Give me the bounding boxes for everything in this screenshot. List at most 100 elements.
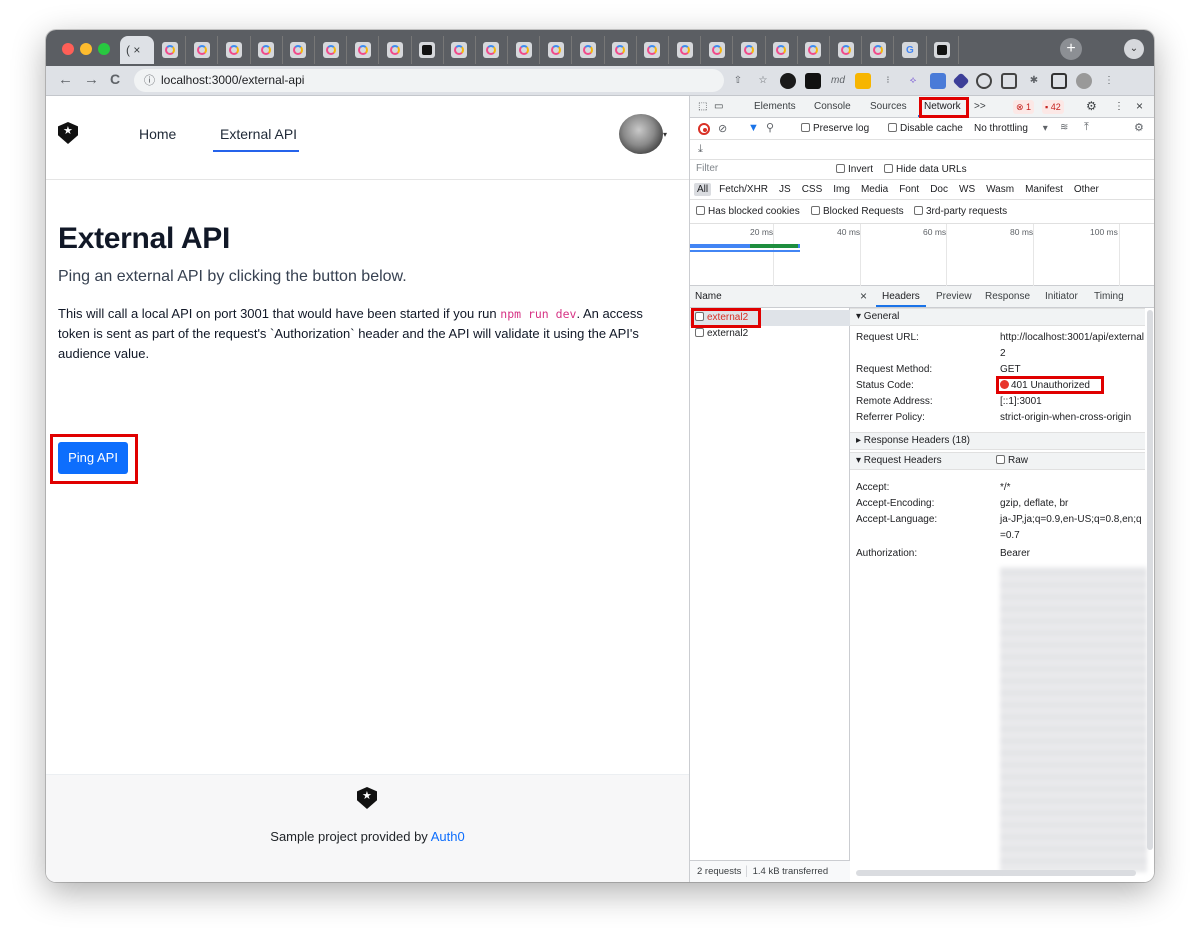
tab[interactable] <box>605 36 637 64</box>
extension-icon[interactable] <box>930 73 946 89</box>
nav-external-api-link[interactable]: External API <box>220 126 297 142</box>
tab[interactable] <box>540 36 573 64</box>
nav-home-link[interactable]: Home <box>139 126 176 142</box>
import-har-icon[interactable]: ⤒ <box>1084 121 1089 134</box>
extension-icon[interactable] <box>976 73 992 89</box>
type-filter-js[interactable]: JS <box>776 183 794 196</box>
network-settings-icon[interactable]: ⚙ <box>1134 121 1144 134</box>
filter-input[interactable]: Filter <box>696 162 826 176</box>
hide-data-urls-checkbox[interactable]: Hide data URLs <box>884 164 967 175</box>
tab[interactable] <box>315 36 348 64</box>
type-filter-wasm[interactable]: Wasm <box>983 183 1017 196</box>
extension-icon[interactable]: ⁝ <box>880 73 896 89</box>
column-header-name[interactable]: Name <box>690 286 850 308</box>
tab[interactable] <box>379 36 412 64</box>
extension-icon[interactable] <box>952 72 970 90</box>
filter-funnel-icon[interactable]: ▼ <box>748 122 759 134</box>
more-menu-icon[interactable]: ⋮ <box>1101 73 1117 89</box>
error-count-badge[interactable]: ⊗ 1 <box>1013 100 1035 114</box>
puzzle-icon[interactable]: ✱ <box>1026 73 1042 89</box>
tab-headers[interactable]: Headers <box>882 291 920 302</box>
tab-preview[interactable]: Preview <box>936 291 972 302</box>
extension-icon[interactable]: ⟡ <box>905 73 921 89</box>
has-blocked-cookies-checkbox[interactable]: Has blocked cookies <box>696 206 800 217</box>
settings-gear-icon[interactable]: ⚙ <box>1086 99 1097 113</box>
type-filter-css[interactable]: CSS <box>799 183 826 196</box>
type-filter-img[interactable]: Img <box>830 183 853 196</box>
tab[interactable] <box>283 36 315 64</box>
invert-checkbox[interactable]: Invert <box>836 164 873 175</box>
extension-icon[interactable] <box>1001 73 1017 89</box>
tab[interactable]: G <box>894 36 927 64</box>
new-tab-button[interactable]: + <box>1060 38 1082 60</box>
site-info-icon[interactable]: ⓘ <box>144 75 155 87</box>
tab[interactable] <box>766 36 798 64</box>
throttling-select[interactable]: No throttling ▾ <box>974 123 1048 134</box>
type-filter-fetch-xhr[interactable]: Fetch/XHR <box>716 183 771 196</box>
tab[interactable] <box>798 36 830 64</box>
close-window-button[interactable] <box>62 43 74 55</box>
markdown-icon[interactable]: md <box>830 73 846 89</box>
preserve-log-checkbox[interactable]: Preserve log <box>801 123 869 134</box>
tab-timing[interactable]: Timing <box>1094 291 1124 302</box>
issue-count-badge[interactable]: ▪ 42 <box>1042 100 1064 114</box>
tab[interactable] <box>927 36 959 64</box>
tab[interactable] <box>476 36 509 64</box>
tab-search-icon[interactable]: ⌄ <box>1124 39 1144 59</box>
caret-down-icon[interactable]: ▾ <box>663 130 667 139</box>
response-headers-section-header[interactable]: ▸ Response Headers (18) <box>850 432 1145 450</box>
tab-initiator[interactable]: Initiator <box>1045 291 1078 302</box>
tab[interactable] <box>669 36 702 64</box>
request-row[interactable]: external2 <box>690 326 850 342</box>
auth0-logo-icon[interactable]: ★ <box>58 122 78 144</box>
vertical-scrollbar[interactable] <box>1147 310 1153 850</box>
close-detail-icon[interactable]: × <box>860 289 867 303</box>
clear-icon[interactable]: ⊘ <box>718 122 727 135</box>
tab-elements[interactable]: Elements <box>754 101 796 112</box>
share-icon[interactable]: ⇧ <box>730 73 746 89</box>
export-har-icon[interactable]: ⤓ <box>698 143 703 156</box>
forward-arrow-icon[interactable]: → <box>84 71 99 88</box>
third-party-checkbox[interactable]: 3rd-party requests <box>914 206 1007 217</box>
blocked-requests-checkbox[interactable]: Blocked Requests <box>811 206 904 217</box>
type-filter-all[interactable]: All <box>694 183 712 196</box>
tab-response[interactable]: Response <box>985 291 1030 302</box>
tab[interactable] <box>830 36 863 64</box>
back-arrow-icon[interactable]: ← <box>58 71 73 88</box>
tab[interactable] <box>572 36 605 64</box>
type-filter-ws[interactable]: WS <box>956 183 978 196</box>
extension-icon[interactable] <box>780 73 796 89</box>
user-avatar[interactable] <box>619 114 663 154</box>
device-toolbar-icon[interactable]: ▭ <box>714 101 723 112</box>
type-filter-manifest[interactable]: Manifest <box>1022 183 1066 196</box>
side-panel-icon[interactable] <box>1051 73 1067 89</box>
tab[interactable] <box>508 36 541 64</box>
tab[interactable] <box>412 36 444 64</box>
reload-icon[interactable]: C <box>110 71 120 87</box>
general-section-header[interactable]: ▾ General <box>850 308 1145 326</box>
tab[interactable] <box>218 36 251 64</box>
tab[interactable] <box>637 36 669 64</box>
disable-cache-checkbox[interactable]: Disable cache <box>888 123 963 134</box>
search-icon[interactable]: ⚲ <box>766 121 774 134</box>
tab[interactable] <box>862 36 895 64</box>
request-headers-section-header[interactable]: ▾ Request Headers Raw <box>850 452 1145 470</box>
type-filter-doc[interactable]: Doc <box>927 183 951 196</box>
auth0-link[interactable]: Auth0 <box>431 829 465 844</box>
raw-checkbox[interactable]: Raw <box>996 453 1028 469</box>
type-filter-font[interactable]: Font <box>896 183 922 196</box>
tab-sources[interactable]: Sources <box>870 101 907 112</box>
horizontal-scrollbar[interactable] <box>856 870 1136 876</box>
extension-icon[interactable] <box>855 73 871 89</box>
type-filter-media[interactable]: Media <box>858 183 891 196</box>
tab-active[interactable]: ( × <box>120 36 154 64</box>
type-filter-other[interactable]: Other <box>1071 183 1102 196</box>
tab[interactable] <box>701 36 734 64</box>
maximize-window-button[interactable] <box>98 43 110 55</box>
tab[interactable] <box>347 36 380 64</box>
tab[interactable] <box>251 36 283 64</box>
minimize-window-button[interactable] <box>80 43 92 55</box>
inspect-element-icon[interactable]: ⬚ <box>698 101 707 112</box>
close-devtools-icon[interactable]: × <box>1136 99 1143 113</box>
tab[interactable] <box>154 36 187 64</box>
